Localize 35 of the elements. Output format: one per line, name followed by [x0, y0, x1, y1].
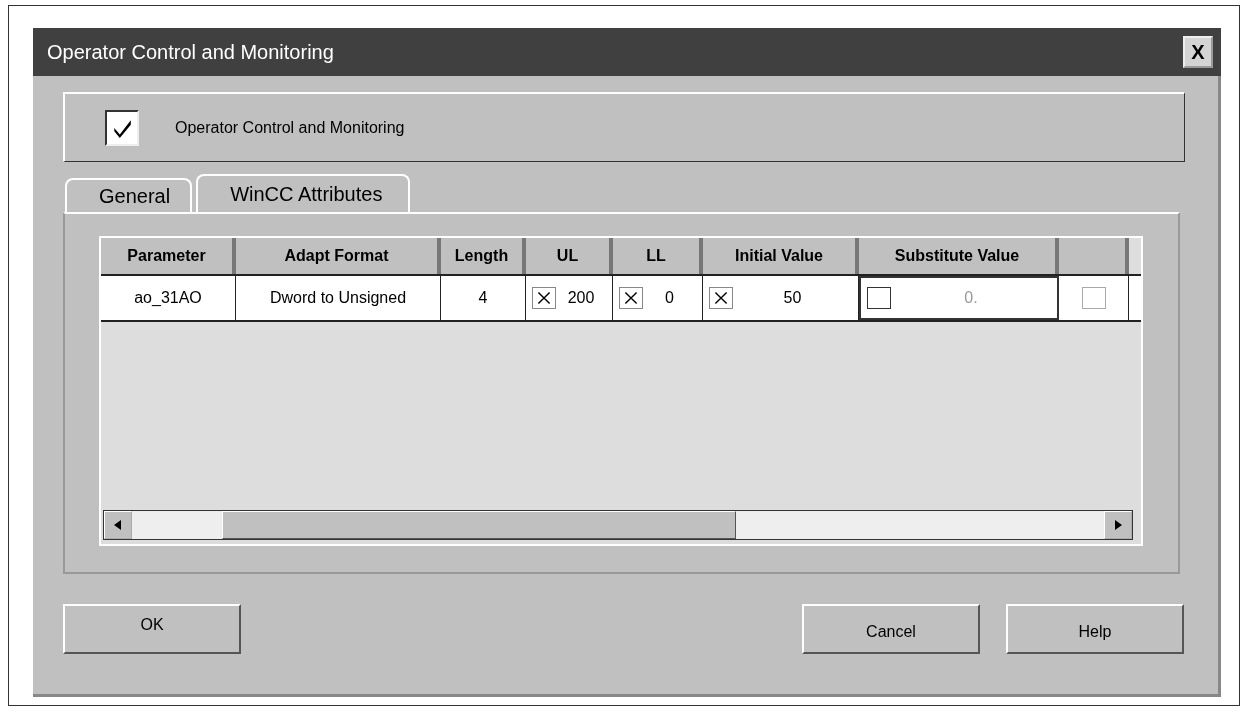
cross-icon — [624, 291, 638, 305]
ok-button[interactable]: OK — [63, 604, 241, 654]
right-arrow-icon — [1114, 520, 1122, 530]
table-cell: 0. — [859, 276, 1059, 320]
checkbox[interactable] — [709, 287, 733, 309]
help-button[interactable]: Help — [1006, 604, 1184, 654]
horizontal-scrollbar[interactable] — [103, 510, 1133, 540]
checkbox[interactable] — [619, 287, 643, 309]
scroll-left-button[interactable] — [104, 511, 132, 539]
scroll-thumb[interactable] — [222, 511, 736, 539]
close-button[interactable]: X — [1183, 36, 1213, 68]
tab[interactable]: WinCC Attributes — [196, 174, 411, 212]
column-header[interactable]: Parameter — [101, 238, 236, 274]
checkbox[interactable] — [532, 287, 556, 309]
column-header[interactable]: Adapt Format — [236, 238, 441, 274]
cross-icon — [714, 291, 728, 305]
cancel-button[interactable]: Cancel — [802, 604, 980, 654]
left-arrow-icon — [114, 520, 122, 530]
cross-icon — [537, 291, 551, 305]
column-header[interactable]: Substitute Value — [859, 238, 1059, 274]
table-cell: ao_31AO — [101, 276, 236, 320]
table-cell: 0 — [613, 276, 703, 320]
table-cell: 200 — [526, 276, 613, 320]
column-header[interactable]: Length — [441, 238, 526, 274]
column-header[interactable]: UL — [526, 238, 613, 274]
table-cell: 4 — [441, 276, 526, 320]
tab[interactable]: General — [65, 178, 193, 212]
table-cell: 50 — [703, 276, 859, 320]
column-header[interactable]: LL — [613, 238, 703, 274]
scroll-right-button[interactable] — [1104, 511, 1132, 539]
table-cell: Dword to Unsigned — [236, 276, 441, 320]
checkbox[interactable] — [105, 109, 139, 146]
checkbox-label: Operator Control and Monitoring — [175, 118, 405, 137]
column-header[interactable]: Initial Value — [703, 238, 859, 274]
window-title: Operator Control and Monitoring — [47, 40, 334, 64]
